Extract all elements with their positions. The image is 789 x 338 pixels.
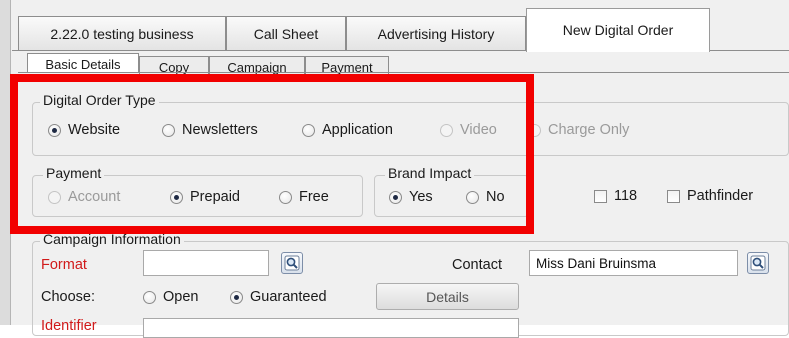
subtab-basic-details[interactable]: Basic Details (27, 53, 139, 73)
contact-lookup-button[interactable] (747, 252, 769, 274)
tab-label: 2.22.0 testing business (50, 26, 194, 42)
magnifier-lookup-icon (750, 255, 766, 271)
highlight-rectangle (10, 74, 534, 234)
choose-label: Choose: (41, 289, 96, 305)
identifier-input[interactable] (143, 318, 519, 338)
checkbox-box (594, 189, 607, 203)
tab-advertising-history[interactable]: Advertising History (346, 16, 526, 51)
identifier-label: Identifier (41, 318, 97, 334)
radio-label: Guaranteed (250, 289, 327, 305)
checkbox-label: 118 (614, 188, 638, 204)
radio-guaranteed[interactable]: Guaranteed (230, 289, 327, 305)
contact-input[interactable] (529, 250, 738, 276)
tab-testing-business[interactable]: 2.22.0 testing business (18, 16, 226, 51)
subtab-payment[interactable]: Payment (305, 56, 389, 76)
checkbox-118[interactable]: 118 (594, 188, 637, 204)
radio-dot (143, 290, 156, 304)
checkbox-box (667, 189, 680, 203)
subtab-strip-border (18, 72, 789, 73)
radio-dot (230, 290, 243, 304)
tab-call-sheet[interactable]: Call Sheet (226, 16, 346, 51)
subtab-label: Basic Details (45, 57, 121, 72)
contact-label: Contact (452, 257, 502, 273)
radio-label: Charge Only (548, 122, 630, 138)
app-window: 2.22.0 testing business Call Sheet Adver… (0, 0, 789, 338)
radio-open[interactable]: Open (143, 289, 198, 305)
tab-label: New Digital Order (562, 22, 674, 38)
subtab-campaign[interactable]: Campaign (209, 56, 305, 76)
radio-charge-only[interactable]: Charge Only (528, 122, 629, 138)
tab-new-digital-order[interactable]: New Digital Order (526, 8, 710, 52)
tab-label: Advertising History (377, 26, 495, 42)
radio-label: Open (163, 289, 199, 305)
tab-label: Call Sheet (253, 26, 319, 42)
details-button[interactable]: Details (376, 283, 519, 310)
checkbox-pathfinder[interactable]: Pathfinder (667, 188, 753, 204)
magnifier-lookup-icon (284, 255, 300, 271)
format-lookup-button[interactable] (281, 252, 303, 274)
format-input[interactable] (143, 250, 269, 276)
subtab-copy[interactable]: Copy (139, 56, 209, 76)
format-label: Format (41, 257, 87, 273)
checkbox-label: Pathfinder (687, 188, 754, 204)
